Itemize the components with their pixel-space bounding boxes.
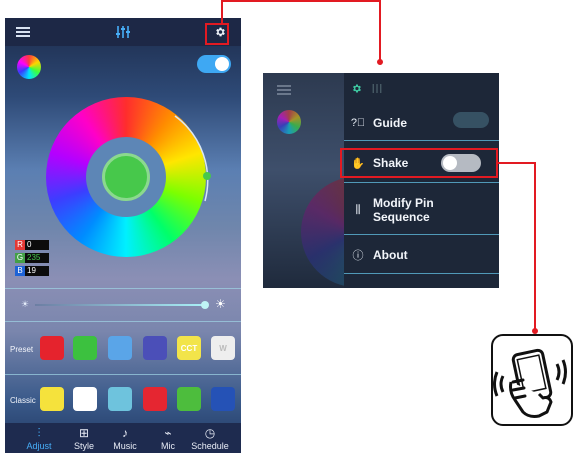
sliders-icon: ⫶ — [37, 426, 41, 440]
classic-swatch[interactable] — [177, 387, 201, 411]
pin-icon: ⫼ — [355, 203, 361, 216]
mixer-icon[interactable] — [113, 22, 133, 42]
brightness-slider[interactable] — [35, 304, 205, 306]
nav-schedule[interactable]: ◷ Schedule — [188, 423, 232, 453]
color-mode-icon — [277, 110, 301, 134]
menu-item-label: Modify Pin Sequence — [373, 196, 434, 224]
menu-item-label: About — [373, 248, 408, 262]
gear-icon[interactable] — [351, 81, 362, 99]
preset-swatch[interactable] — [108, 336, 132, 360]
brightness-low-icon: ☀ — [21, 299, 30, 309]
classic-swatch[interactable] — [143, 387, 167, 411]
question-icon: ?⃝ — [350, 117, 366, 129]
green-value: 235 — [25, 253, 49, 263]
color-mode-icon[interactable] — [17, 55, 41, 79]
preset-swatch[interactable] — [143, 336, 167, 360]
power-toggle[interactable] — [197, 55, 231, 73]
connector-dot — [377, 59, 383, 65]
menu-item-modify-pin-sequence[interactable]: ⫼ Modify Pin Sequence — [344, 191, 499, 229]
preset-swatch[interactable]: CCT — [177, 336, 201, 360]
nav-mic[interactable]: ⌁ Mic — [146, 423, 190, 453]
nav-label: Mic — [161, 441, 175, 451]
settings-highlight-box — [205, 23, 229, 45]
nav-label: Music — [113, 441, 137, 451]
brightness-slider-knob[interactable] — [201, 301, 209, 309]
nav-label: Schedule — [191, 441, 229, 451]
nav-music[interactable]: ♪ Music — [103, 423, 147, 453]
preset-swatch[interactable] — [73, 336, 97, 360]
divider — [5, 288, 241, 289]
connector-line — [498, 162, 536, 164]
classic-swatch[interactable] — [40, 387, 64, 411]
classic-swatch[interactable] — [211, 387, 235, 411]
classic-label: Classic — [10, 396, 36, 405]
connector-line — [221, 0, 223, 23]
divider — [5, 321, 241, 322]
nav-style[interactable]: ⊞ Style — [62, 423, 106, 453]
rgb-red-row: R 0 — [15, 240, 49, 250]
blue-value: 19 — [25, 266, 49, 276]
connector-line — [221, 0, 381, 2]
mixer-icon — [371, 81, 383, 99]
menu-item-guide[interactable]: ?⃝ Guide — [344, 107, 499, 139]
brightness-arc[interactable] — [165, 106, 215, 266]
classic-swatch[interactable] — [108, 387, 132, 411]
nav-adjust[interactable]: ⫶ Adjust — [17, 423, 61, 453]
music-icon: ♪ — [122, 426, 128, 440]
shake-highlight-box — [340, 148, 498, 178]
info-icon: ⓘ — [352, 250, 364, 262]
preset-swatch[interactable]: W — [211, 336, 235, 360]
menu-divider — [344, 140, 499, 141]
menu-item-label: Guide — [373, 116, 408, 130]
red-value: 0 — [25, 240, 49, 250]
dimmed-background — [263, 73, 411, 288]
mic-icon: ⌁ — [164, 426, 172, 440]
blue-tag: B — [15, 266, 25, 276]
nav-label: Adjust — [26, 441, 52, 451]
clock-icon: ◷ — [204, 426, 216, 440]
rgb-green-row: G 235 — [15, 253, 49, 263]
menu-divider — [344, 234, 499, 235]
brightness-arc-knob — [203, 172, 211, 180]
menu-item-about[interactable]: ⓘ About — [344, 239, 499, 271]
menu-divider — [344, 273, 499, 274]
shake-phone-icon — [491, 334, 573, 426]
grid-icon: ⊞ — [78, 426, 90, 440]
nav-label: Style — [73, 441, 94, 451]
divider — [5, 374, 241, 375]
preset-swatch[interactable] — [40, 336, 64, 360]
brightness-high-icon: ☀ — [215, 297, 226, 311]
red-tag: R — [15, 240, 25, 250]
settings-menu-screen: ?⃝ Guide ✋ Shake ⫼ Modify Pin Sequence ⓘ … — [263, 73, 499, 288]
classic-swatch[interactable] — [73, 387, 97, 411]
connector-line — [534, 162, 536, 330]
selected-color-indicator — [102, 153, 150, 201]
menu-icon — [277, 85, 291, 95]
connector-line — [379, 0, 381, 61]
menu-icon[interactable] — [13, 22, 33, 42]
preset-label: Preset — [10, 345, 34, 354]
app-screen: R 0 G 235 B 19 ☀ ☀ Preset CCT W Classic ⫶… — [5, 18, 241, 453]
green-tag: G — [15, 253, 25, 263]
menu-divider — [344, 182, 499, 183]
rgb-blue-row: B 19 — [15, 266, 49, 276]
